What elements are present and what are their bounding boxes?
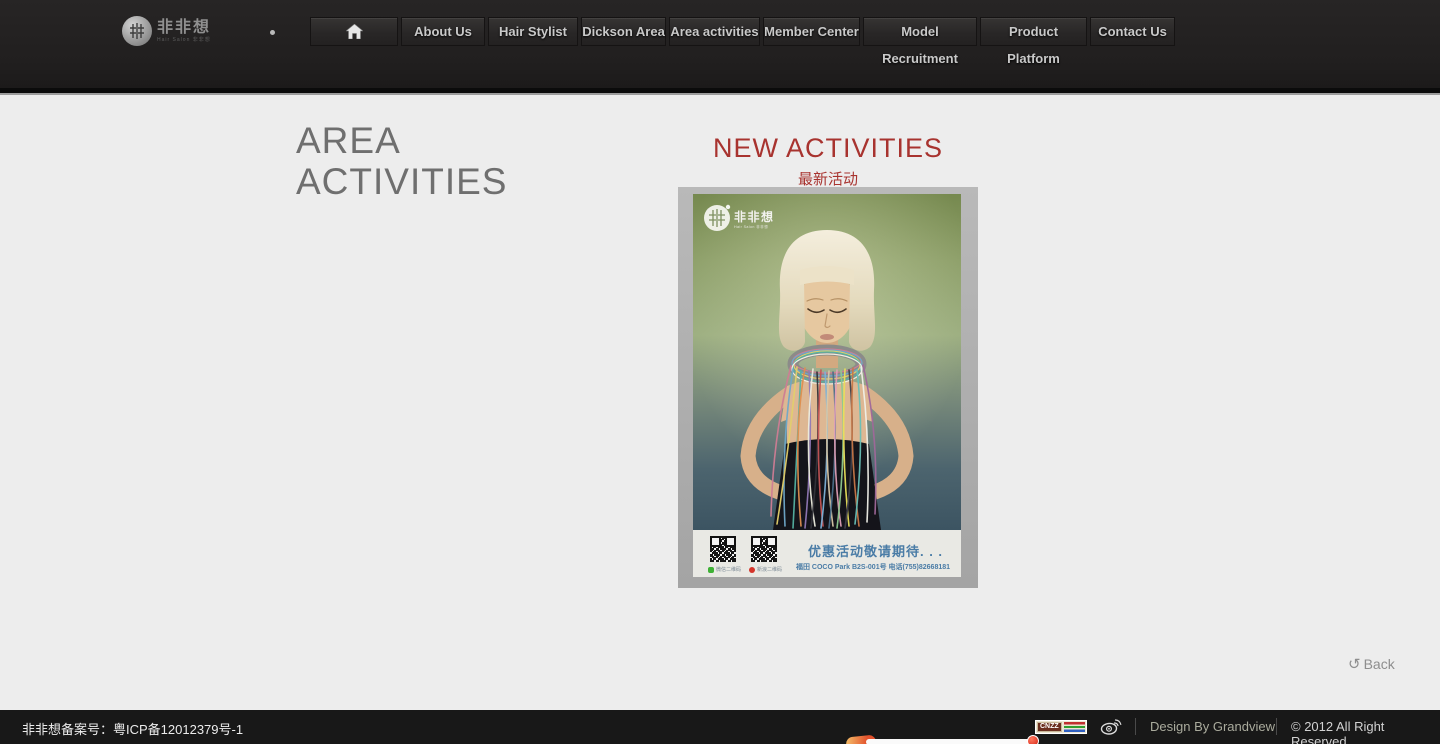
- nav-item-model-recruitment[interactable]: Model Recruitment: [863, 17, 977, 46]
- nav-item-home[interactable]: [310, 17, 398, 46]
- nav-item-contact-us[interactable]: Contact Us: [1090, 17, 1175, 46]
- footer-divider: [1276, 718, 1277, 735]
- main-nav: About Us Hair Stylist Dickson Area Area …: [310, 17, 1175, 46]
- footer: 非非想备案号：粤ICP备12012379号-1 CNZZ Design By G…: [0, 710, 1440, 744]
- header: 非非想 Hair Salon 非非想 About Us Hair Stylist…: [0, 0, 1440, 88]
- cnzz-label: CNZZ: [1037, 722, 1062, 732]
- poster-photo: 非非想 Hair Salon 非非想: [693, 194, 961, 530]
- weibo-qr-code: [751, 536, 777, 562]
- section-title: NEW ACTIVITIES: [628, 133, 1028, 163]
- fei-bars-icon: [127, 21, 147, 41]
- nav-item-about-us[interactable]: About Us: [401, 17, 485, 46]
- poster-promo-text: 优惠活动敬请期待. . .: [793, 541, 958, 560]
- cnzz-stripes-icon: [1064, 722, 1085, 732]
- back-label: Back: [1364, 656, 1395, 672]
- section-subtitle: 最新活动: [628, 168, 1028, 189]
- page: 非非想 Hair Salon 非非想 About Us Hair Stylist…: [0, 0, 1440, 744]
- nav-item-hair-stylist[interactable]: Hair Stylist: [488, 17, 578, 46]
- home-icon: [346, 24, 363, 39]
- page-title: AREA ACTIVITIES: [296, 120, 507, 202]
- design-credit: Design By Grandview: [1150, 719, 1275, 734]
- icp-record-text: 非非想备案号：粤ICP备12012379号-1: [22, 719, 243, 738]
- page-title-line1: AREA: [296, 120, 507, 161]
- poster-address-text: 福田 COCO Park B2S-001号 电话(755)82668181: [785, 562, 961, 572]
- weibo-icon: [1100, 719, 1122, 736]
- wechat-icon: [708, 567, 714, 573]
- svg-text:Hair Salon 非非想: Hair Salon 非非想: [734, 224, 768, 229]
- nav-item-dickson-area[interactable]: Dickson Area: [581, 17, 666, 46]
- header-divider-shadow: [0, 93, 1440, 95]
- back-button[interactable]: ↺ Back: [1348, 656, 1395, 672]
- logo-trademark-dot: [270, 30, 275, 35]
- brand-logo-icon: [122, 16, 152, 46]
- brand-logo[interactable]: 非非想 Hair Salon 非非想: [122, 16, 211, 46]
- brand-name: 非非想: [157, 20, 211, 36]
- wechat-qr-label: 微信二维码: [716, 566, 741, 573]
- page-title-line2: ACTIVITIES: [296, 161, 507, 202]
- section-header: NEW ACTIVITIES 最新活动: [628, 133, 1028, 189]
- wechat-qr-code: [710, 536, 736, 562]
- weibo-link[interactable]: [1100, 719, 1122, 741]
- nav-item-area-activities[interactable]: Area activities: [669, 17, 760, 46]
- copyright-text: © 2012 All Right Reserved: [1291, 719, 1440, 744]
- cnzz-stats-badge[interactable]: CNZZ: [1035, 720, 1087, 734]
- weibo-mini-icon: [749, 567, 755, 573]
- svg-text:非非想: 非非想: [734, 209, 775, 224]
- back-arrow-icon: ↺: [1348, 657, 1361, 672]
- brand-subtitle: Hair Salon 非非想: [157, 36, 211, 43]
- poster-info-strip: 微信二维码 新浪二维码 优惠活动敬请期待. . . 福田 COCO Park B…: [693, 530, 961, 577]
- weibo-qr-label: 新浪二维码: [757, 566, 782, 573]
- footer-divider: [1135, 718, 1136, 735]
- nav-item-product-platform[interactable]: Product Platform: [980, 17, 1087, 46]
- nav-item-member-center[interactable]: Member Center: [763, 17, 860, 46]
- activity-poster[interactable]: 非非想 Hair Salon 非非想 微信二维码 新浪二维码 优惠活动敬请期待.…: [678, 187, 978, 588]
